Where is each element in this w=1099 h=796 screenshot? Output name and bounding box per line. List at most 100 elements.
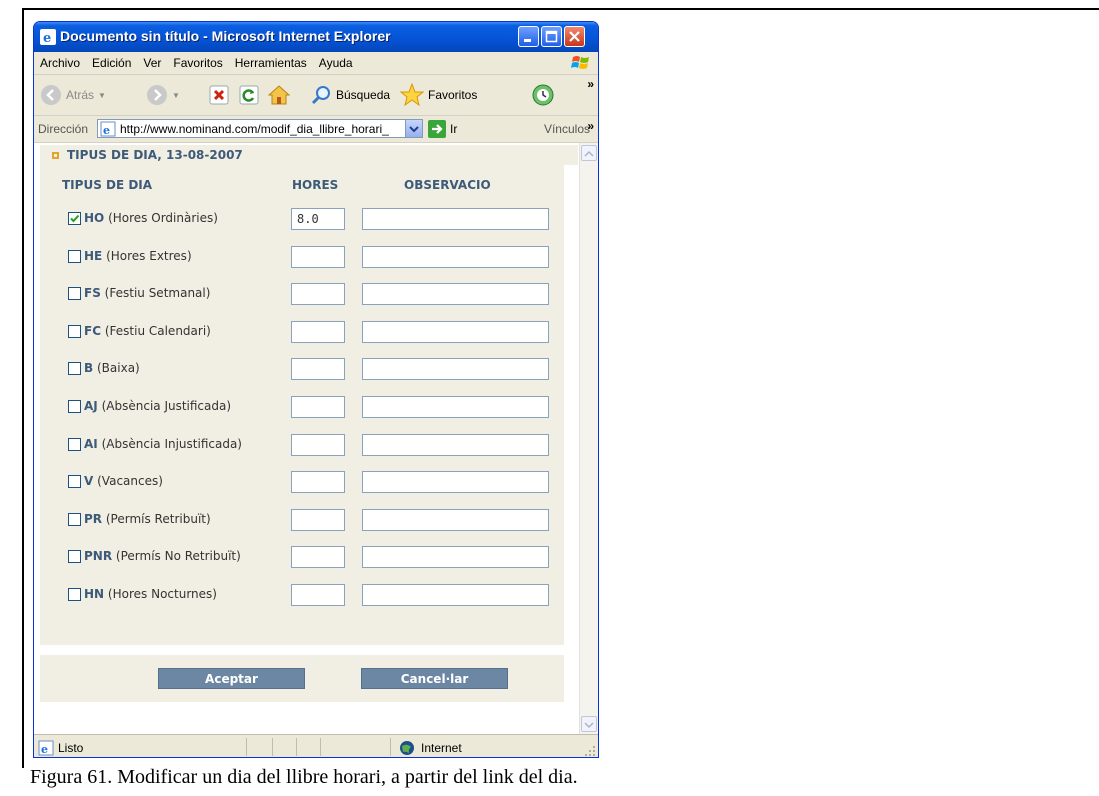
title-bar[interactable]: e Documento sin título - Microsoft Inter…: [34, 22, 598, 52]
accept-button[interactable]: Aceptar: [158, 668, 305, 689]
hours-input[interactable]: [291, 433, 345, 456]
day-type-desc: (Absència Justificada): [101, 399, 232, 413]
scroll-down-button[interactable]: [581, 716, 597, 732]
stop-button[interactable]: [209, 83, 229, 107]
day-type-label: PR (Permís Retribuït): [84, 512, 211, 526]
go-button[interactable]: Ir: [428, 120, 457, 138]
table-row: HN (Hores Nocturnes): [40, 584, 564, 606]
vertical-scrollbar[interactable]: [579, 143, 598, 734]
day-type-checkbox[interactable]: [68, 475, 81, 489]
hours-input[interactable]: [291, 584, 345, 606]
notes-input[interactable]: [362, 396, 549, 418]
day-type-code: HO: [84, 211, 105, 225]
back-button[interactable]: Atrás ▼: [40, 83, 106, 107]
day-type-checkbox[interactable]: [68, 550, 81, 564]
figure-caption: Figura 61. Modificar un dia del llibre h…: [30, 766, 578, 788]
status-divider: [296, 738, 297, 756]
day-type-desc: (Hores Extres): [106, 248, 192, 263]
refresh-icon: [239, 85, 259, 105]
hours-input[interactable]: [291, 396, 345, 418]
search-button[interactable]: Búsqueda: [310, 83, 390, 107]
day-type-checkbox[interactable]: [68, 588, 81, 601]
day-type-checkbox[interactable]: [68, 437, 81, 451]
col-header-type: TIPUS DE DIA: [62, 178, 153, 192]
forward-arrow-icon: [147, 85, 167, 105]
chevron-up-icon: [584, 150, 594, 157]
square-bullet-icon: [52, 151, 59, 159]
table-row: AJ (Absència Justificada): [40, 396, 564, 418]
hours-input[interactable]: [291, 283, 345, 306]
hours-input[interactable]: [291, 546, 345, 569]
notes-input[interactable]: [362, 358, 549, 381]
menu-archivo[interactable]: Archivo: [34, 52, 86, 74]
day-type-desc: (Baixa): [96, 361, 140, 376]
notes-input[interactable]: [362, 508, 549, 531]
zone-label: Internet: [421, 741, 462, 755]
day-type-label: AI (Absència Injustificada): [84, 437, 242, 451]
close-button[interactable]: [564, 26, 585, 47]
forward-button[interactable]: ▼: [146, 83, 180, 107]
section-header: TIPUS DE DIA, 13-08-2007: [40, 145, 578, 165]
hours-input[interactable]: [291, 320, 345, 343]
day-type-checkbox[interactable]: [68, 400, 81, 413]
resize-grip-icon[interactable]: [584, 745, 596, 757]
search-icon: [311, 86, 330, 105]
day-type-checkbox[interactable]: [68, 249, 81, 263]
day-type-desc: (Festiu Calendari): [104, 323, 211, 338]
notes-input[interactable]: [362, 584, 549, 606]
day-type-label: HE (Hores Extres): [84, 249, 192, 263]
hours-input[interactable]: [291, 358, 345, 381]
favorites-button[interactable]: Favoritos: [400, 83, 477, 107]
notes-input[interactable]: [362, 433, 549, 456]
chevron-down-icon: [584, 722, 594, 729]
minimize-button[interactable]: [518, 26, 539, 47]
day-type-label: B (Baixa): [84, 361, 140, 375]
maximize-button[interactable]: [541, 26, 562, 47]
address-input[interactable]: e http://www.nominand.com/modif_dia_llib…: [97, 119, 423, 138]
page-icon: e: [38, 740, 54, 756]
day-type-checkbox[interactable]: [68, 362, 81, 376]
chevron-down-icon: [409, 126, 419, 133]
day-type-code: HN: [84, 587, 105, 601]
globe-icon: [400, 741, 414, 755]
toolbar-overflow-chevron[interactable]: »: [587, 77, 594, 91]
table-row: FC (Festiu Calendari): [40, 320, 564, 343]
notes-input[interactable]: [362, 471, 549, 494]
hours-input[interactable]: [291, 245, 345, 268]
day-type-checkbox[interactable]: [68, 212, 81, 225]
menu-favoritos[interactable]: Favoritos: [167, 52, 228, 74]
day-type-code: PNR: [84, 549, 113, 564]
scroll-up-button[interactable]: [581, 145, 597, 161]
cancel-button[interactable]: Cancel·lar: [361, 668, 508, 689]
refresh-button[interactable]: [239, 83, 259, 107]
day-type-checkbox[interactable]: [68, 512, 81, 526]
links-overflow-chevron[interactable]: »: [587, 119, 594, 133]
links-label[interactable]: Vínculos: [544, 122, 590, 136]
day-type-desc: (Permís Retribuït): [105, 511, 211, 526]
notes-input[interactable]: [362, 283, 549, 306]
home-button[interactable]: [268, 83, 290, 107]
address-dropdown-button[interactable]: [405, 120, 422, 137]
table-row: B (Baixa): [40, 358, 564, 381]
notes-input[interactable]: [362, 245, 549, 268]
day-type-desc: (Festiu Setmanal): [104, 286, 211, 301]
history-button[interactable]: [531, 83, 555, 107]
day-type-checkbox[interactable]: [68, 324, 81, 338]
table-row: AI (Absència Injustificada): [40, 433, 564, 456]
page-icon: e: [100, 121, 116, 137]
notes-input[interactable]: [362, 208, 549, 230]
day-type-checkbox[interactable]: [68, 287, 81, 301]
day-type-label: FC (Festiu Calendari): [84, 324, 211, 338]
day-type-code: AI: [84, 436, 98, 451]
menu-ver[interactable]: Ver: [137, 52, 167, 74]
hours-input[interactable]: [291, 508, 345, 531]
notes-input[interactable]: [362, 546, 549, 569]
notes-input[interactable]: [362, 320, 549, 343]
favorites-label: Favoritos: [428, 88, 478, 102]
hours-input[interactable]: [291, 471, 345, 494]
menu-herramientas[interactable]: Herramientas: [229, 52, 313, 74]
menu-edicion[interactable]: Edición: [86, 52, 137, 74]
hours-input[interactable]: 8.0: [291, 208, 345, 230]
menu-ayuda[interactable]: Ayuda: [313, 52, 359, 74]
svg-text:e: e: [103, 124, 110, 137]
